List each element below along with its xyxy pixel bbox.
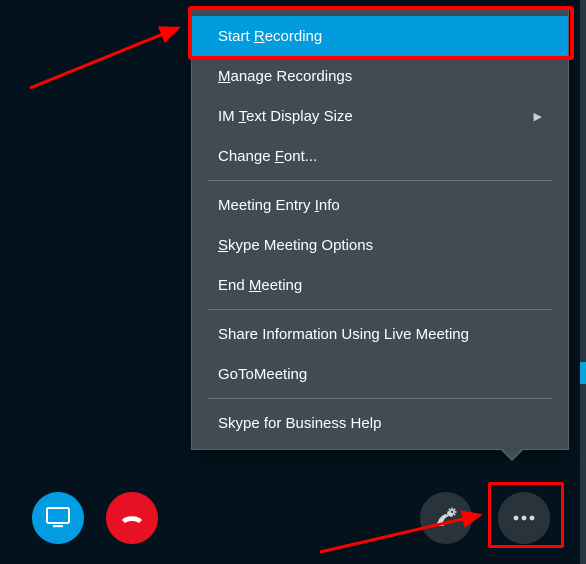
menu-item-5[interactable]: Meeting Entry Info [192, 185, 568, 225]
call-controls-bar [0, 484, 586, 548]
menu-item-9[interactable]: Share Information Using Live Meeting [192, 314, 568, 354]
menu-item-label: Start Recording [218, 28, 322, 45]
menu-item-6[interactable]: Skype Meeting Options [192, 225, 568, 265]
menu-item-0[interactable]: Start Recording [192, 16, 568, 56]
menu-item-10[interactable]: GoToMeeting [192, 354, 568, 394]
phone-gear-icon [432, 504, 460, 532]
annotation-highlight-more [488, 482, 564, 548]
right-accent-strip [580, 362, 586, 384]
menu-separator [208, 180, 552, 181]
menu-item-label: End Meeting [218, 277, 302, 294]
monitor-icon [46, 507, 70, 529]
menu-item-3[interactable]: Change Font... [192, 136, 568, 176]
hang-up-button[interactable] [106, 492, 158, 544]
submenu-arrow-icon: ▶ [534, 110, 542, 123]
menu-item-12[interactable]: Skype for Business Help [192, 403, 568, 443]
menu-pointer [502, 449, 522, 459]
menu-item-label: Change Font... [218, 148, 317, 165]
menu-item-1[interactable]: Manage Recordings [192, 56, 568, 96]
call-devices-button[interactable] [420, 492, 472, 544]
annotation-arrow-top [0, 0, 200, 120]
present-button[interactable] [32, 492, 84, 544]
menu-separator [208, 309, 552, 310]
menu-item-label: IM Text Display Size [218, 108, 353, 125]
menu-separator [208, 398, 552, 399]
more-options-menu: Start Recording Manage Recordings IM Text … [191, 9, 569, 450]
menu-item-label: GoToMeeting [218, 366, 307, 383]
menu-item-label: Skype Meeting Options [218, 237, 373, 254]
menu-item-label: Manage Recordings [218, 68, 352, 85]
window-right-border [580, 0, 586, 564]
menu-item-label: Meeting Entry Info [218, 197, 340, 214]
menu-item-label: Share Information Using Live Meeting [218, 326, 469, 343]
phone-hangup-icon [117, 503, 147, 533]
menu-item-label: Skype for Business Help [218, 415, 381, 432]
menu-item-2[interactable]: IM Text Display Size ▶ [192, 96, 568, 136]
menu-item-7[interactable]: End Meeting [192, 265, 568, 305]
